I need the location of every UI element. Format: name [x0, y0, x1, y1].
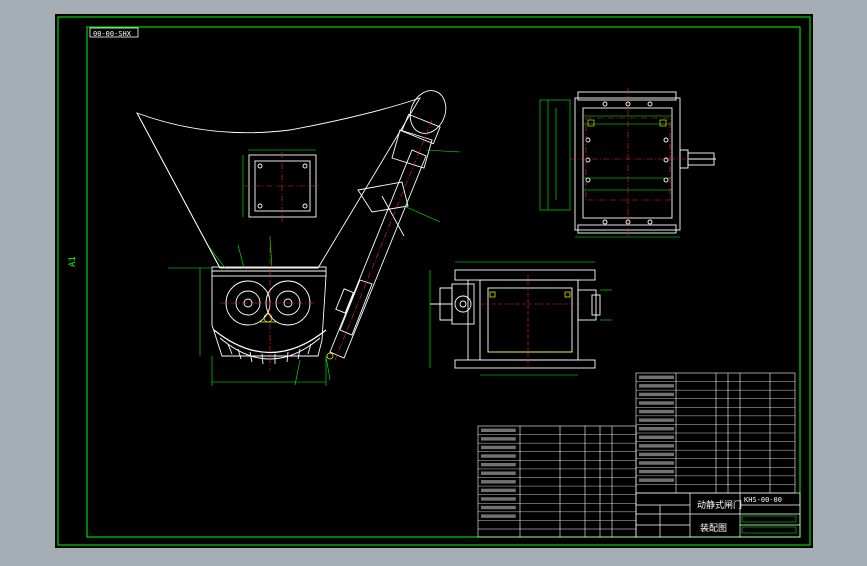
parts-list-cell-mark: [481, 480, 516, 484]
sheet-size-label: A1: [68, 256, 78, 267]
parts-list-cell-mark: [639, 384, 674, 388]
parts-list-cell-mark: [481, 462, 516, 467]
parts-list-cell-mark: [481, 445, 516, 450]
cad-viewport[interactable]: 00-00-SHX A1 动静式闸门 装配图 KHS-00-00: [0, 0, 867, 562]
parts-list-cell-mark: [639, 409, 674, 414]
drawing-sheet: [55, 14, 813, 548]
parts-list-cell-mark: [481, 454, 516, 458]
drawing-code-box: 00-00-SHX: [89, 27, 139, 38]
title-sub: 装配图: [700, 522, 727, 534]
parts-list-cell-mark: [481, 471, 516, 475]
drawing-code-text: 00-00-SHX: [93, 30, 132, 38]
parts-list-cell-mark: [639, 452, 674, 457]
parts-list-cell-mark: [639, 435, 674, 439]
parts-list-cell-mark: [639, 478, 674, 482]
title-number: KHS-00-00: [744, 496, 782, 504]
title-name: 动静式闸门: [697, 499, 742, 511]
parts-list-cell-mark: [481, 437, 516, 441]
parts-list-cell-mark: [481, 497, 516, 501]
parts-list-cell-mark: [481, 488, 516, 493]
parts-list-cell-mark: [639, 401, 674, 405]
parts-list-cell-mark: [481, 428, 516, 433]
parts-list-cell-mark: [639, 444, 674, 448]
parts-list-cell-mark: [639, 392, 674, 397]
parts-list-cell-mark: [639, 461, 674, 465]
parts-list-cell-mark: [481, 505, 516, 510]
parts-list-cell-mark: [639, 375, 674, 379]
parts-list-cell-mark: [639, 418, 674, 422]
parts-list-cell-mark: [481, 514, 516, 518]
parts-list-cell-mark: [639, 427, 674, 431]
parts-list-cell-mark: [639, 469, 674, 474]
